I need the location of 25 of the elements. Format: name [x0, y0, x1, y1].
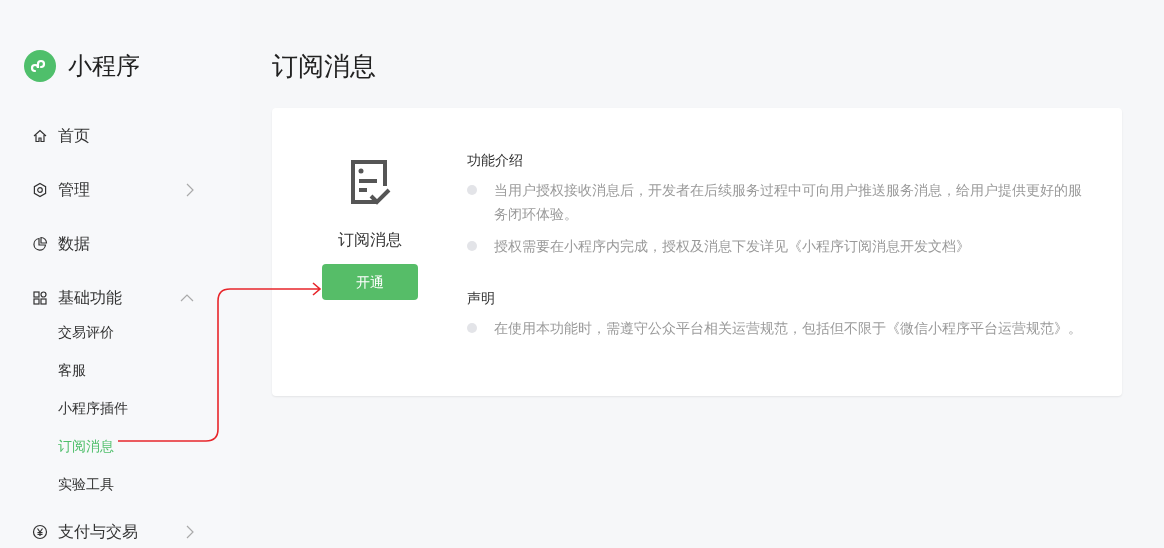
yen-icon — [32, 524, 48, 540]
pie-chart-icon — [32, 236, 48, 252]
submenu-item[interactable]: 客服 — [58, 351, 86, 389]
hexagon-icon — [32, 182, 48, 198]
submenu-item[interactable]: 实验工具 — [58, 465, 114, 503]
section-heading: 功能介绍 — [467, 151, 524, 170]
logo-icon — [24, 50, 56, 82]
menu-item[interactable]: 首页 — [24, 109, 240, 163]
brand-name: 小程序 — [68, 51, 140, 82]
bullet-text: 授权需要在小程序内完成，授权及消息下发详见《小程序订阅消息开发文档》 — [494, 237, 971, 256]
bullet-text: 在使用本功能时，需遵守公众平台相关运营规范，包括但不限于《微信小程序平台运营规范》。 — [494, 319, 1083, 338]
document-check-icon — [348, 158, 391, 206]
home-icon — [32, 128, 48, 144]
feature-name: 订阅消息 — [337, 229, 402, 251]
submenu-item[interactable]: 小程序插件 — [58, 389, 128, 427]
bullet-text: 当用户授权接收消息后，开发者在后续服务过程中可向用户推送服务消息，给用户提供更好的服务闭环体验。 — [494, 181, 1083, 224]
chevron-right-icon — [186, 525, 194, 539]
section-heading: 声明 — [467, 289, 496, 308]
menu-item[interactable]: 支付与交易 — [24, 505, 240, 548]
chevron-up-icon — [180, 294, 194, 302]
page-title: 订阅消息 — [272, 50, 377, 83]
grid-icon — [32, 290, 48, 306]
menu-item[interactable]: 管理 — [24, 163, 240, 217]
menu-item[interactable]: 数据 — [24, 217, 240, 271]
chevron-right-icon — [186, 183, 194, 197]
